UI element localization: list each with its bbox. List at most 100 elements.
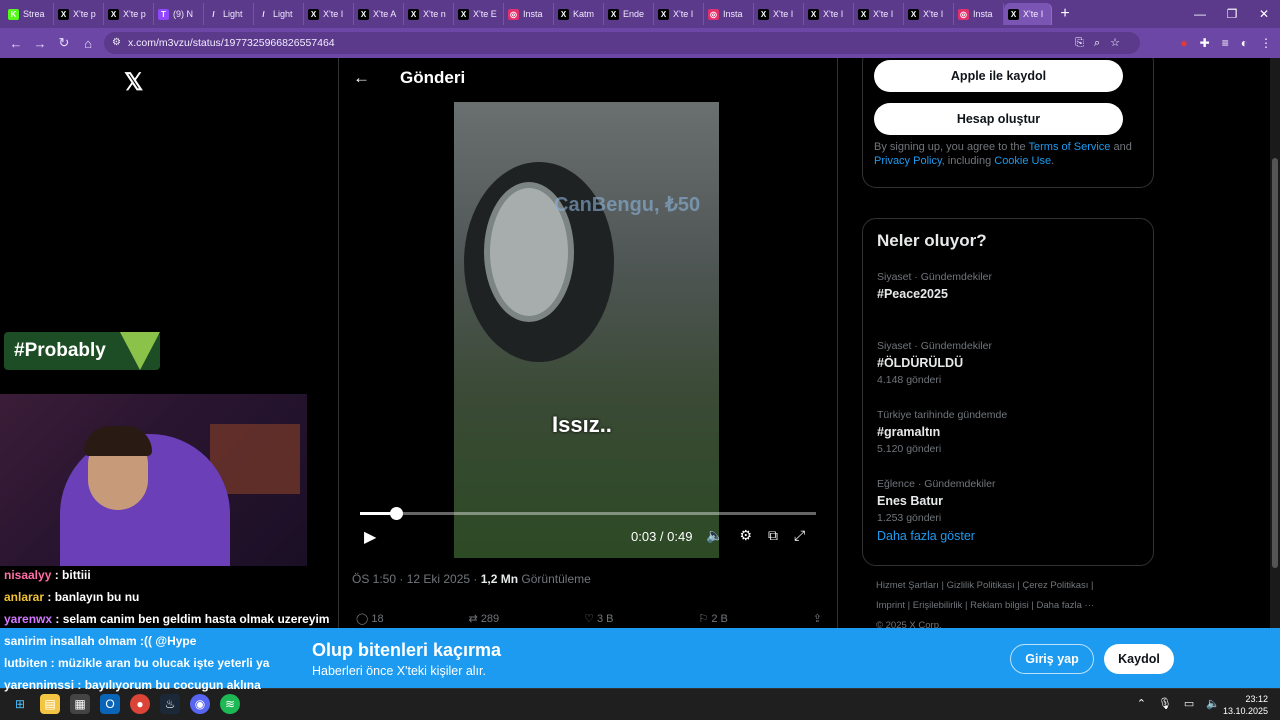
spotify-icon[interactable]: ≋ <box>220 694 240 714</box>
tab-label: Insta <box>723 9 743 19</box>
speaker-icon[interactable]: 🔈 <box>1206 697 1220 710</box>
bookmark-button[interactable]: ⚐ 2 B <box>698 612 727 625</box>
browser-tab[interactable]: X X'te I <box>804 3 854 25</box>
browser-tab[interactable]: X X'te I <box>754 3 804 25</box>
register-button[interactable]: Kaydol <box>1104 644 1174 674</box>
restore-icon[interactable]: ❐ <box>1216 0 1248 28</box>
browser-tab[interactable]: / Light <box>204 3 254 25</box>
trend-item[interactable]: Siyaset · Gündemdekiler #ÖLDÜRÜLDÜ 4.148 g… <box>877 340 1137 386</box>
browser-tab[interactable]: X X'te I <box>654 3 704 25</box>
tab-favicon-icon: X <box>858 8 869 20</box>
settings-icon[interactable]: ⚙ <box>739 527 752 544</box>
home-icon[interactable]: ⌂ <box>76 36 100 51</box>
trend-item[interactable]: Türkiye tarihinde gündemde #gramaltın 5.12… <box>877 409 1137 455</box>
microphone-icon[interactable]: 🎙 <box>1158 697 1172 710</box>
banner-subtitle: Haberleri önce X'teki kişiler alır. <box>312 664 486 678</box>
repost-button[interactable]: ⇄ 289 <box>469 612 500 625</box>
browser-tab[interactable]: X X'te I <box>904 3 954 25</box>
extension-icon[interactable]: ● <box>1180 32 1187 54</box>
install-icon[interactable]: ⎘ <box>1075 32 1084 54</box>
post-actions: ◯ 18 ⇄ 289 ♡ 3 B ⚐ 2 B ⇪ <box>356 612 822 625</box>
browser-tab[interactable]: X X'te p <box>104 3 154 25</box>
trend-count: 4.148 gönderi <box>877 374 942 386</box>
pip-icon[interactable]: ⧉ <box>768 527 778 544</box>
scroll-thumb[interactable] <box>1272 158 1278 568</box>
video-progress-bar[interactable] <box>360 507 816 520</box>
media-icon[interactable]: ≡ <box>1222 32 1229 54</box>
browser-tab[interactable]: X Ende <box>604 3 654 25</box>
post-timestamp[interactable]: ÖS 1:50 · 12 Eki 2025 · <box>352 572 481 586</box>
login-button[interactable]: Giriş yap <box>1010 644 1094 674</box>
back-arrow-icon[interactable]: ← <box>353 68 370 88</box>
page-scrollbar[interactable] <box>1270 58 1280 688</box>
outlook-icon[interactable]: O <box>100 694 120 714</box>
terms-end: . <box>1051 155 1055 167</box>
bookmark-star-icon[interactable]: ☆ <box>1110 32 1120 54</box>
browser-tab[interactable]: X X'te A <box>354 3 404 25</box>
trend-count: 5.120 gönderi <box>877 443 942 455</box>
video-player[interactable]: CanBengu, ₺50 Issız.. ▶ 0:03 / 0:49 🔈 ⚙ … <box>352 98 822 558</box>
back-icon[interactable]: ← <box>4 36 28 51</box>
browser-tab[interactable]: K Strea <box>4 3 54 25</box>
play-icon[interactable]: ▶ <box>364 527 376 547</box>
like-button[interactable]: ♡ 3 B <box>584 612 613 625</box>
browser-tab[interactable]: X X'te I <box>1004 3 1052 25</box>
close-icon[interactable]: ✕ <box>1248 0 1280 28</box>
browser-tab[interactable]: ◎ Insta <box>504 3 554 25</box>
volume-icon[interactable]: 🔈 <box>706 527 723 544</box>
zoom-icon[interactable]: ⌕ <box>1094 32 1100 54</box>
address-bar[interactable]: ⚙ x.com/m3vzu/status/1977325966826557464 <box>104 32 1140 54</box>
minimize-icon[interactable]: — <box>1184 0 1216 28</box>
steam-icon[interactable]: ♨ <box>160 694 180 714</box>
system-clock[interactable]: 23:12 13.10.2025 <box>1223 693 1268 717</box>
trend-item[interactable]: Siyaset · Gündemdekiler #Peace2025 <box>877 271 1137 305</box>
trend-item[interactable]: Eğlence · Gündemdekiler Enes Batur 1.253 g… <box>877 478 1137 524</box>
tab-favicon-icon: X <box>458 8 469 20</box>
chat-username: lutbiten <box>4 656 48 670</box>
reply-button[interactable]: ◯ 18 <box>356 612 384 625</box>
browser-tab[interactable]: X X'te n <box>404 3 454 25</box>
post-header: ← Gönderi <box>353 68 465 88</box>
browser-tab[interactable]: ◎ Insta <box>704 3 754 25</box>
browser-tab[interactable]: X X'te p <box>54 3 104 25</box>
forward-icon[interactable]: → <box>28 36 52 51</box>
footer-line-1[interactable]: Hizmet Şartları | Gizlilik Politikası | … <box>876 576 1146 596</box>
display-icon[interactable]: ▭ <box>1184 697 1194 710</box>
x-logo-icon[interactable]: 𝕏 <box>124 68 143 97</box>
create-account-button[interactable]: Hesap oluştur <box>874 103 1123 135</box>
extensions-puzzle-icon[interactable]: ✚ <box>1200 32 1210 54</box>
progress-handle[interactable] <box>390 507 404 520</box>
privacy-link[interactable]: Privacy Policy <box>874 155 942 167</box>
store-icon[interactable]: ▦ <box>70 694 90 714</box>
fullscreen-icon[interactable]: ⤢ <box>794 527 805 544</box>
windows-start-icon[interactable]: ⊞ <box>10 694 30 714</box>
footer-line-2[interactable]: Imprint | Erişilebilirlik | Reklam bilgi… <box>876 596 1146 616</box>
site-info-icon[interactable]: ⚙ <box>112 32 121 54</box>
chat-message: yarennimssi : bayılıyorum bu cocugun akl… <box>4 678 261 692</box>
browser-tab[interactable]: X X'te I <box>854 3 904 25</box>
share-icon[interactable]: ⇪ <box>813 612 822 625</box>
file-explorer-icon[interactable]: ▤ <box>40 694 60 714</box>
browser-tab[interactable]: X X'te E <box>454 3 504 25</box>
menu-icon[interactable]: ⋮ <box>1260 32 1272 54</box>
apple-signup-label: Apple ile kaydol <box>950 69 1047 83</box>
browser-tab[interactable]: ◎ Insta <box>954 3 1004 25</box>
reload-icon[interactable]: ↻ <box>52 35 76 51</box>
show-more-link[interactable]: Daha fazla göster <box>877 529 975 543</box>
terms-link[interactable]: Terms of Service <box>1029 141 1111 153</box>
clock-time: 23:12 <box>1245 694 1268 704</box>
tab-label: X'te E <box>473 9 497 19</box>
chat-message: lutbiten : müzikle aran bu olucak işte y… <box>4 656 269 670</box>
apple-signup-button[interactable]: Apple ile kaydol <box>874 60 1123 92</box>
tab-favicon-icon: X <box>608 8 619 20</box>
chrome-icon[interactable]: ● <box>130 694 150 714</box>
browser-tab[interactable]: / Light <box>254 3 304 25</box>
cookie-link[interactable]: Cookie Use <box>994 155 1051 167</box>
browser-tab[interactable]: X X'te I <box>304 3 354 25</box>
new-tab-button[interactable]: + <box>1052 5 1078 23</box>
discord-icon[interactable]: ◉ <box>190 694 210 714</box>
browser-tab[interactable]: T (9) N <box>154 3 204 25</box>
tray-expand-icon[interactable]: ⌃ <box>1137 697 1146 710</box>
profile-avatar[interactable]: ◐ <box>1241 32 1248 54</box>
browser-tab[interactable]: X Katm <box>554 3 604 25</box>
